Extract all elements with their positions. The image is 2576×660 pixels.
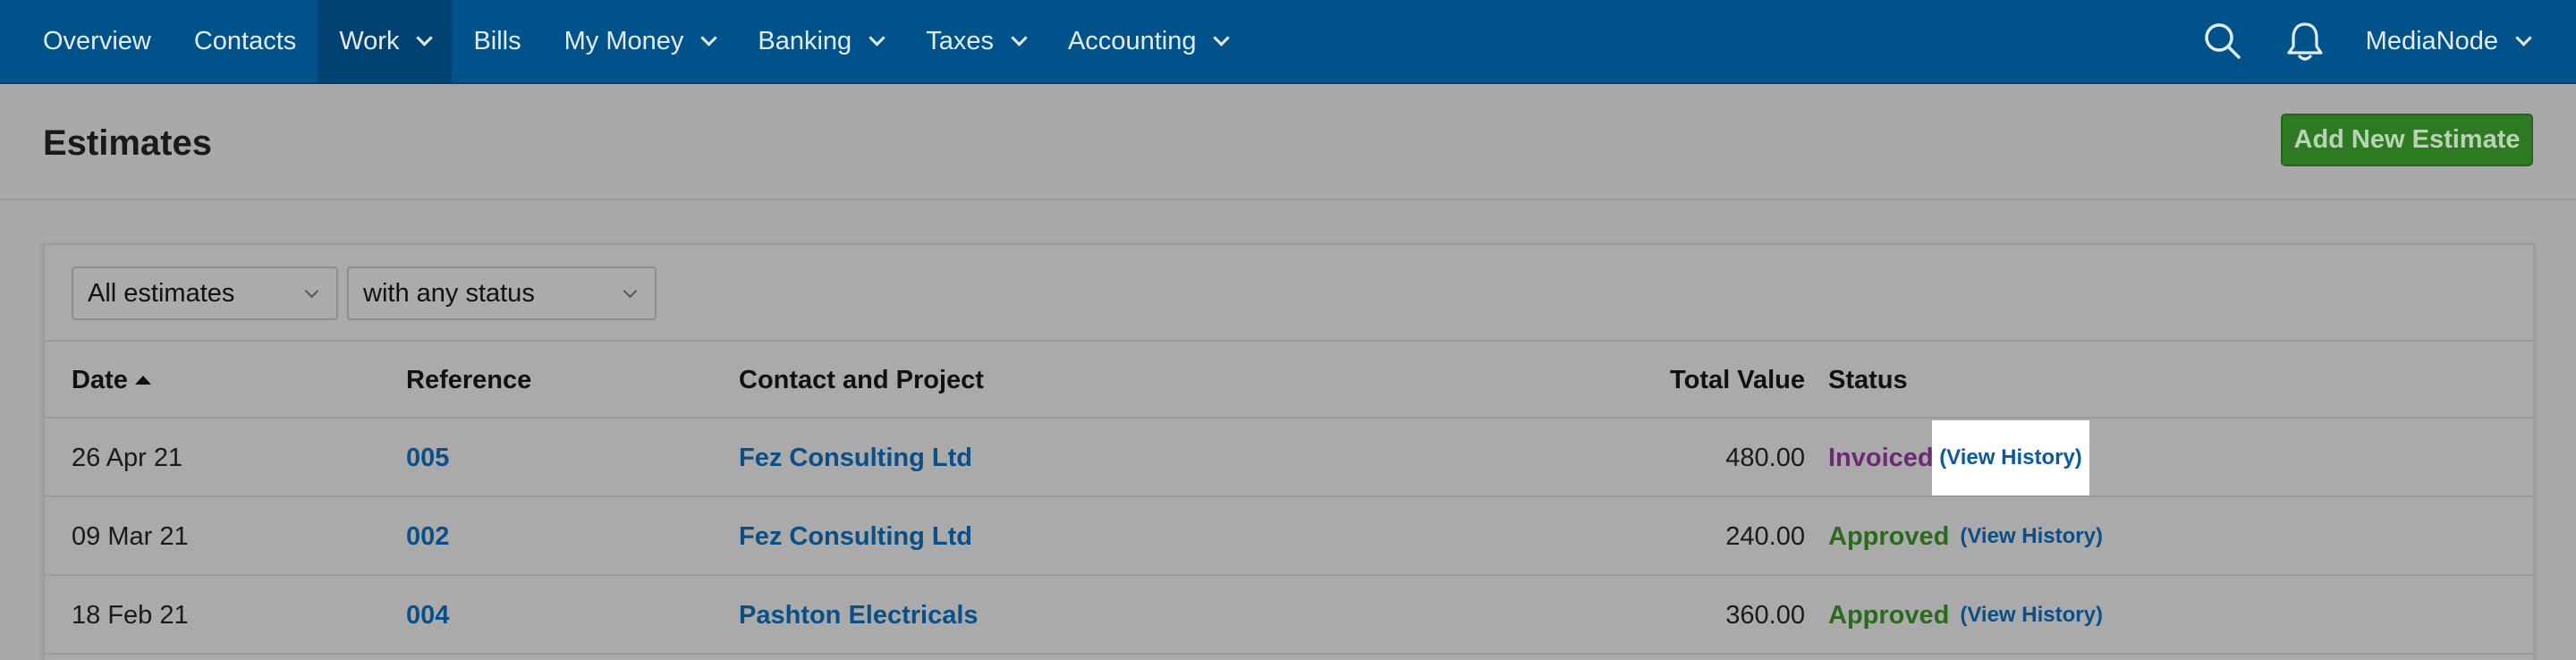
search-button[interactable] (2182, 0, 2264, 83)
nav-item-work[interactable]: Work (318, 0, 453, 83)
view-history-highlight: (View History) (1932, 420, 2089, 495)
row-reference-link[interactable]: 002 (406, 497, 449, 576)
nav-item-contacts[interactable]: Contacts (173, 0, 318, 83)
row-date: 18 Feb 21 (72, 600, 189, 630)
nav-item-bills[interactable]: Bills (452, 0, 542, 83)
nav-item-banking[interactable]: Banking (736, 0, 904, 83)
select-value: with any status (363, 278, 535, 308)
chevron-down-icon (1213, 29, 1231, 47)
table-row: 09 Mar 21 002 Fez Consulting Ltd 240.00 … (45, 497, 2533, 576)
column-header-date[interactable]: Date (72, 342, 151, 419)
nav-item-label: Bills (473, 26, 521, 55)
nav-item-taxes[interactable]: Taxes (904, 0, 1046, 83)
chevron-down-icon (2515, 29, 2532, 47)
filters-bar: All estimates with any status (45, 245, 2533, 342)
page-title: Estimates (43, 123, 212, 163)
nav-item-label: Work (339, 26, 400, 55)
row-reference-link[interactable]: 004 (406, 576, 449, 655)
nav-item-label: Banking (758, 26, 852, 55)
row-contact-link[interactable]: Fez Consulting Ltd (739, 419, 972, 497)
account-menu[interactable]: MediaNode (2346, 0, 2576, 83)
row-total: 240.00 (1725, 521, 1805, 551)
notifications-button[interactable] (2264, 0, 2346, 83)
row-total: 480.00 (1725, 443, 1805, 472)
row-status: Invoiced (1828, 419, 1934, 497)
add-new-estimate-button[interactable]: Add New Estimate (2281, 114, 2533, 166)
status-label: Invoiced (1828, 443, 1934, 472)
column-header-reference[interactable]: Reference (406, 342, 531, 419)
nav-item-overview[interactable]: Overview (0, 0, 173, 83)
column-header-total[interactable]: Total Value (1670, 342, 1805, 419)
chevron-down-icon (623, 283, 638, 299)
table-header: Date Reference Contact and Project Total… (45, 342, 2533, 419)
row-status: Approved (View History) (1828, 497, 2103, 576)
row-contact-link[interactable]: Pashton Electricals (739, 576, 979, 655)
nav-item-label: Overview (43, 26, 151, 55)
status-label: Approved (1828, 600, 1950, 630)
top-navigation: Overview Contacts Work Bills My Money Ba… (0, 0, 2576, 84)
nav-right-group: MediaNode (2182, 0, 2576, 83)
nav-item-label: My Money (564, 26, 684, 55)
nav-item-label: Accounting (1067, 26, 1197, 55)
chevron-down-icon (869, 29, 886, 47)
estimates-panel: All estimates with any status Date Refer… (43, 243, 2535, 660)
nav-item-label: Taxes (926, 26, 994, 55)
row-date: 09 Mar 21 (72, 521, 189, 551)
column-header-status[interactable]: Status (1828, 342, 1908, 419)
sort-ascending-icon (134, 376, 151, 385)
column-header-label: Date (72, 365, 128, 394)
page-header: Estimates Add New Estimate (0, 86, 2576, 200)
table-row: 26 Apr 21 005 Fez Consulting Ltd 480.00 … (45, 419, 2533, 497)
row-total: 360.00 (1725, 600, 1805, 630)
chevron-down-icon (304, 283, 319, 299)
table-row: 18 Feb 21 004 Pashton Electricals 360.00… (45, 576, 2533, 655)
estimate-type-select[interactable]: All estimates (72, 267, 338, 320)
account-label: MediaNode (2365, 26, 2498, 55)
chevron-down-icon (416, 29, 434, 47)
row-status: Approved (View History) (1828, 576, 2103, 655)
nav-item-accounting[interactable]: Accounting (1046, 0, 1250, 83)
view-history-link[interactable]: (View History) (1939, 445, 2082, 470)
nav-item-my-money[interactable]: My Money (543, 0, 737, 83)
status-label: Approved (1828, 521, 1950, 551)
row-reference-link[interactable]: 005 (406, 419, 449, 497)
view-history-link[interactable]: (View History) (1960, 603, 2103, 628)
chevron-down-icon (700, 29, 718, 47)
status-filter-select[interactable]: with any status (347, 267, 657, 320)
nav-item-label: Contacts (193, 26, 297, 55)
row-contact-link[interactable]: Fez Consulting Ltd (739, 497, 972, 576)
select-value: All estimates (88, 278, 235, 308)
chevron-down-icon (1011, 29, 1028, 47)
row-date: 26 Apr 21 (72, 443, 183, 472)
search-icon (2204, 23, 2241, 59)
column-header-contact[interactable]: Contact and Project (739, 342, 984, 419)
view-history-link[interactable]: (View History) (1960, 524, 2103, 549)
bell-icon (2287, 22, 2323, 61)
